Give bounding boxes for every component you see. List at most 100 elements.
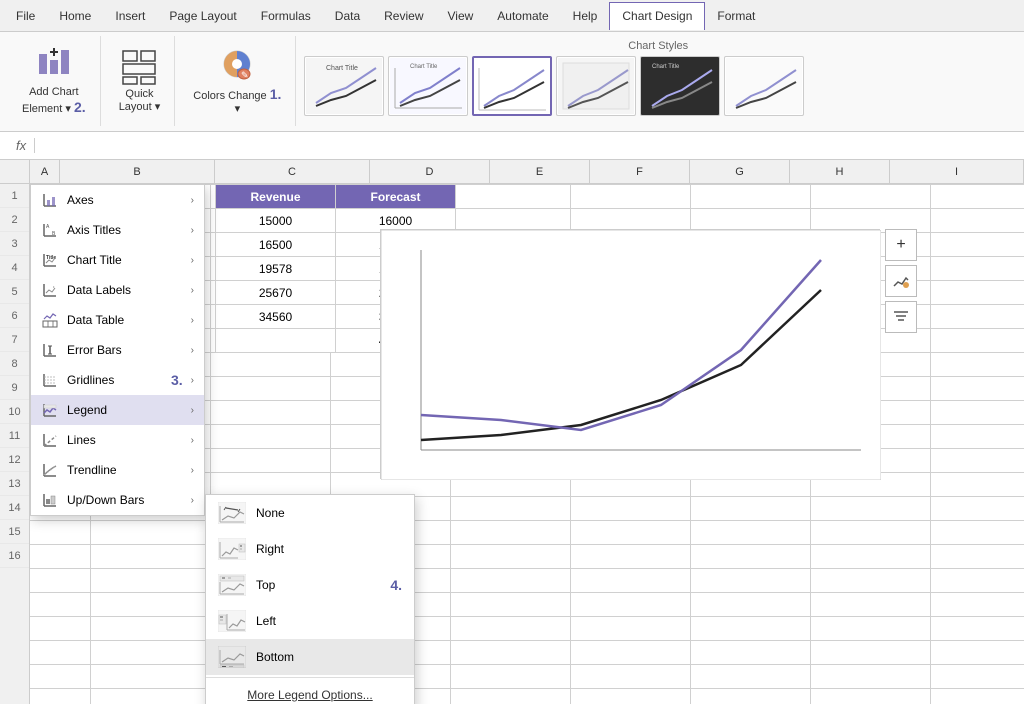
ace-item-data-table[interactable]: Data Table ›: [31, 305, 204, 335]
ace-item-gridlines[interactable]: Gridlines 3. ›: [31, 365, 204, 395]
chart-styles-row: Chart Title Chart Title: [304, 56, 1012, 116]
row-12: 12: [0, 448, 29, 472]
chart-style-button[interactable]: [885, 265, 917, 297]
fx-label: fx: [8, 138, 35, 153]
col-header-f[interactable]: F: [590, 160, 690, 183]
gridlines-label: Gridlines: [67, 373, 161, 387]
legend-top-icon: [218, 574, 246, 596]
chart-filter-button[interactable]: [885, 301, 917, 333]
ace-item-error-bars[interactable]: Error Bars ›: [31, 335, 204, 365]
revenue-6[interactable]: [216, 329, 336, 353]
row-2: 2: [0, 208, 29, 232]
change-colors-label: Colors Change 1. ▾: [193, 86, 281, 116]
chart-style-4[interactable]: [556, 56, 636, 116]
legend-right[interactable]: Right: [206, 531, 414, 567]
svg-text:A: A: [46, 224, 50, 230]
chart-title-arrow: ›: [191, 255, 194, 266]
col-forecast-header[interactable]: Forecast: [336, 185, 456, 209]
tab-chart-design[interactable]: Chart Design: [609, 2, 705, 30]
chart-title-icon: Title: [41, 251, 59, 269]
updown-bars-icon: [41, 491, 59, 509]
row-1: 1: [0, 184, 29, 208]
tab-data[interactable]: Data: [323, 3, 372, 29]
tab-format[interactable]: Format: [705, 3, 767, 29]
col-header-i[interactable]: I: [890, 160, 1024, 183]
ace-item-legend[interactable]: Legend ›: [31, 395, 204, 425]
col-header-e[interactable]: E: [490, 160, 590, 183]
chart-style-5-dark[interactable]: Chart Title: [640, 56, 720, 116]
legend-divider: [206, 677, 414, 678]
change-colors-icon: ✎: [218, 46, 256, 84]
axis-titles-label: Axis Titles: [67, 223, 183, 237]
chart-styles-label: Chart Styles: [304, 40, 1012, 52]
legend-bottom[interactable]: Bottom: [206, 639, 414, 675]
trendline-icon: [41, 461, 59, 479]
ace-item-data-labels[interactable]: • Data Labels ›: [31, 275, 204, 305]
row-10: 10: [0, 400, 29, 424]
ace-item-axes[interactable]: Axes ›: [31, 185, 204, 215]
error-bars-arrow: ›: [191, 345, 194, 356]
chart-buttons: +: [885, 229, 917, 333]
col-header-b[interactable]: B: [60, 160, 215, 183]
row-5: 5: [0, 280, 29, 304]
tab-help[interactable]: Help: [561, 3, 610, 29]
legend-left-icon: [218, 610, 246, 632]
ace-item-chart-title[interactable]: Title Chart Title ›: [31, 245, 204, 275]
revenue-4[interactable]: 25670: [216, 281, 336, 305]
legend-top[interactable]: Top 4.: [206, 567, 414, 603]
col-header-g[interactable]: G: [690, 160, 790, 183]
row-15: 15: [0, 520, 29, 544]
legend-left[interactable]: Left: [206, 603, 414, 639]
gridlines-icon: [41, 371, 59, 389]
tab-insert[interactable]: Insert: [103, 3, 157, 29]
chart-area: [380, 229, 880, 479]
chart-style-1[interactable]: Chart Title: [304, 56, 384, 116]
revenue-5[interactable]: 34560: [216, 305, 336, 329]
tab-home[interactable]: Home: [47, 3, 103, 29]
trendline-label: Trendline: [67, 463, 183, 477]
chart-add-button[interactable]: +: [885, 229, 917, 261]
axis-titles-icon: A B: [41, 221, 59, 239]
chart-style-3[interactable]: [472, 56, 552, 116]
ace-item-axis-titles[interactable]: A B Axis Titles ›: [31, 215, 204, 245]
error-bars-icon: [41, 341, 59, 359]
legend-bottom-icon: [218, 646, 246, 668]
legend-submenu[interactable]: None Right: [205, 494, 415, 704]
row-14: 14: [0, 496, 29, 520]
legend-none[interactable]: None: [206, 495, 414, 531]
tab-page-layout[interactable]: Page Layout: [157, 3, 248, 29]
axes-icon: [41, 191, 59, 209]
quick-layout-group: QuickLayout ▾: [105, 36, 176, 126]
tab-automate[interactable]: Automate: [485, 3, 560, 29]
ace-item-lines[interactable]: Lines ›: [31, 425, 204, 455]
quick-layout-button[interactable]: QuickLayout ▾: [113, 44, 167, 118]
revenue-3[interactable]: 19578: [216, 257, 336, 281]
col-header-c[interactable]: C: [215, 160, 370, 183]
chart-style-2[interactable]: Chart Title: [388, 56, 468, 116]
revenue-1[interactable]: 15000: [216, 209, 336, 233]
ace-item-updown-bars[interactable]: Up/Down Bars ›: [31, 485, 204, 515]
chart-style-6[interactable]: [724, 56, 804, 116]
col-revenue-header[interactable]: Revenue: [216, 185, 336, 209]
quick-layout-label: QuickLayout ▾: [119, 88, 161, 114]
more-legend-options[interactable]: More Legend Options...: [206, 680, 414, 704]
col-header-d[interactable]: D: [370, 160, 490, 183]
legend-label: Legend: [67, 403, 183, 417]
corner-cell: [0, 160, 30, 183]
legend-none-icon: [218, 502, 246, 524]
tab-view[interactable]: View: [436, 3, 486, 29]
tab-file[interactable]: File: [4, 3, 47, 29]
colors-label-text: Colors Change: [193, 90, 266, 102]
ace-dropdown[interactable]: Axes › A B Axis Titles › Title: [30, 184, 205, 516]
revenue-2[interactable]: 16500: [216, 233, 336, 257]
ace-item-trendline[interactable]: Trendline ›: [31, 455, 204, 485]
change-colors-button[interactable]: ✎ Colors Change 1. ▾: [187, 42, 287, 120]
tab-formulas[interactable]: Formulas: [249, 3, 323, 29]
right-label: Right: [256, 542, 402, 556]
tab-review[interactable]: Review: [372, 3, 435, 29]
col-header-h[interactable]: H: [790, 160, 890, 183]
add-chart-element-button[interactable]: Add ChartElement ▾ 2.: [16, 42, 92, 120]
formula-input[interactable]: [43, 139, 1016, 153]
row-16: 16: [0, 544, 29, 568]
formula-bar: fx: [0, 132, 1024, 160]
